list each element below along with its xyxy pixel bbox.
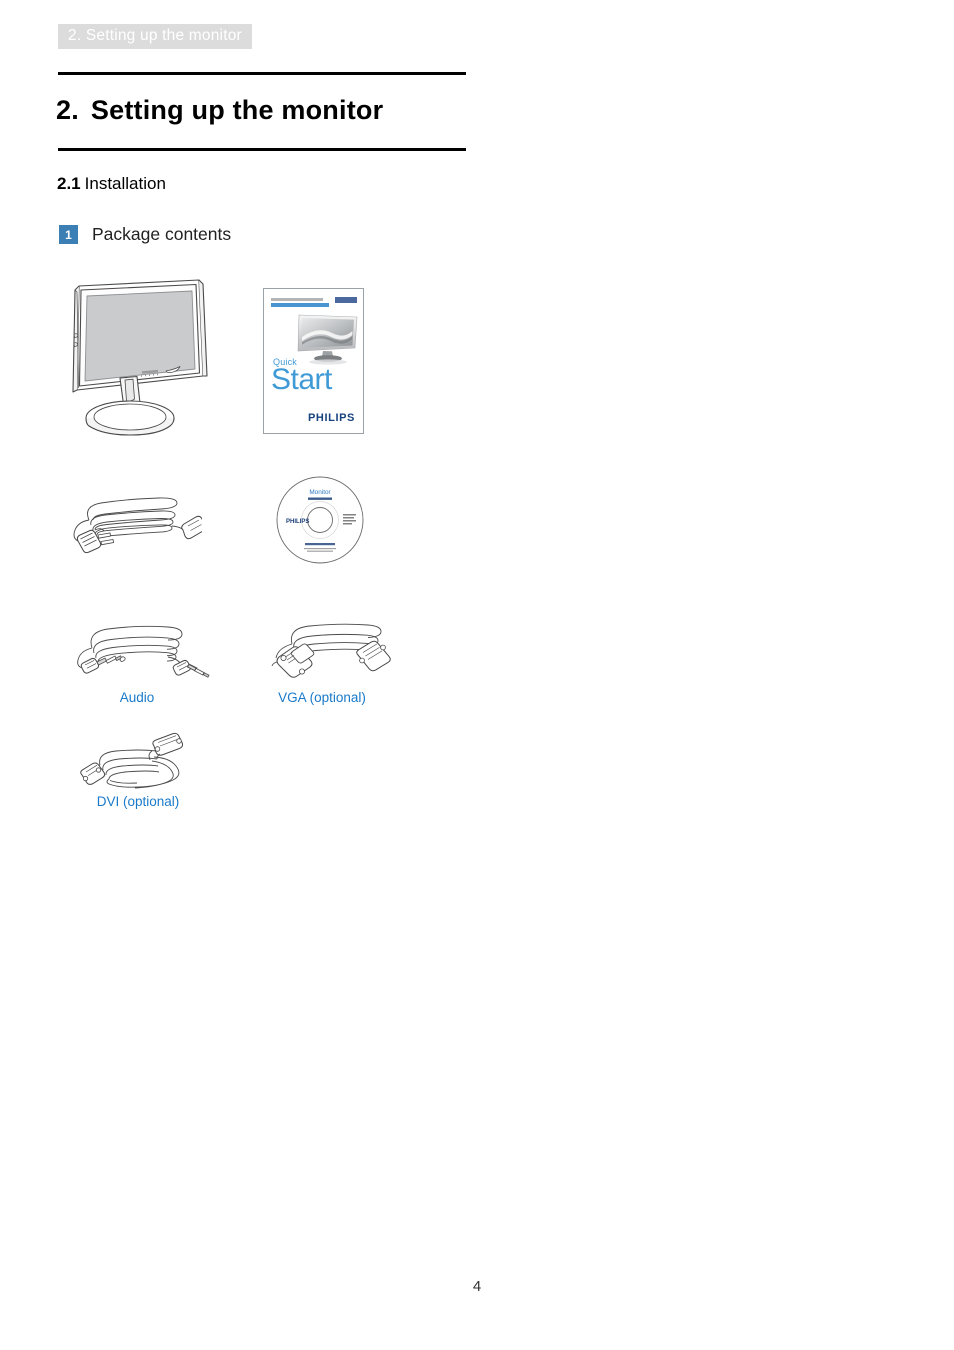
chapter-title-text: Setting up the monitor [90, 95, 384, 125]
figure-caption-audio: Audio [119, 690, 155, 705]
numbered-item-package-contents: 1 Package contents [59, 224, 231, 245]
cover-text-line-2 [271, 303, 329, 307]
cd-title: Monitor [309, 489, 331, 496]
figure-dvi-cable [78, 718, 226, 794]
figure-caption-dvi: DVI (optional) [96, 794, 180, 809]
cover-brand-mark [335, 297, 357, 303]
figure-quick-start-guide: Quick Start PHILIPS [263, 288, 364, 434]
figure-power-cable [62, 478, 202, 560]
figure-monitor [62, 272, 252, 444]
item-number-badge: 1 [59, 225, 78, 244]
dvi-cable-illustration [80, 732, 184, 789]
cover-text-line-1 [271, 298, 323, 301]
item-label: Package contents [92, 224, 232, 244]
chapter-rule-top [58, 72, 466, 75]
section-number: 2.1 [57, 174, 81, 193]
power-cable-illustration [73, 497, 202, 554]
cover-monitor-image [296, 313, 360, 365]
audio-cable-illustration [77, 625, 210, 678]
cd-illustration: Monitor PHILIPS [276, 476, 364, 564]
figure-vga-cable [258, 608, 408, 684]
figure-cd-rom: Monitor PHILIPS [272, 472, 368, 568]
chapter-number: 2. [56, 95, 79, 125]
vga-cable-illustration [271, 623, 391, 678]
running-header: 2. Setting up the monitor [58, 24, 252, 49]
page-number: 4 [472, 1278, 482, 1295]
page-title: 2. Setting up the monitor [56, 95, 383, 126]
section-heading: 2.1 Installation [57, 174, 166, 194]
figure-audio-cable [62, 608, 212, 684]
figure-caption-vga: VGA (optional) [278, 690, 366, 705]
monitor-illustration [72, 279, 208, 436]
cover-brand-label: PHILIPS [308, 412, 355, 424]
chapter-rule-bottom [58, 148, 466, 151]
cover-start-label: Start [271, 363, 332, 396]
section-title: Installation [84, 174, 166, 193]
cd-brand: PHILIPS [286, 519, 309, 525]
